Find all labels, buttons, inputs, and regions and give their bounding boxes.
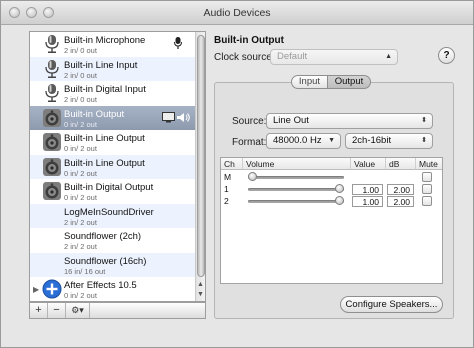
default-output-speaker-icon	[176, 112, 190, 125]
device-title: Built-in Output	[214, 35, 284, 46]
default-input-icon	[174, 37, 182, 52]
source-label: Source:	[232, 116, 267, 127]
sample-rate-value: 48000.0 Hz	[273, 135, 322, 146]
sample-rate-popup[interactable]: 48000.0 Hz ▼	[266, 133, 341, 149]
microphone-icon	[42, 34, 62, 54]
disclosure-triangle-icon[interactable]: ▶	[33, 285, 39, 294]
device-name: After Effects 10.5	[64, 280, 137, 291]
device-io-count: 2 in/ 0 out	[64, 70, 97, 80]
device-name: Built-in Line Output	[64, 133, 145, 144]
source-value: Line Out	[273, 115, 309, 126]
volume-value-field[interactable]: 1.00	[352, 184, 383, 195]
popup-arrows-icon: ▲	[385, 53, 392, 60]
volume-slider-track[interactable]	[248, 188, 344, 191]
device-row[interactable]: Built-in Digital Input 2 in/ 0 out	[30, 81, 195, 105]
configure-speakers-button[interactable]: Configure Speakers...	[340, 296, 443, 313]
speaker-icon	[42, 181, 62, 201]
bit-format-value: 2ch-16bit	[352, 135, 392, 146]
volume-slider-knob[interactable]	[248, 172, 257, 181]
add-device-button[interactable]: +	[30, 303, 48, 318]
device-name: Built-in Microphone	[64, 35, 146, 46]
source-popup[interactable]: Line Out ⬍	[266, 113, 433, 129]
device-io-count: 2 in/ 2 out	[64, 242, 97, 251]
device-row[interactable]: Soundflower (2ch) 2 in/ 2 out	[30, 228, 195, 252]
device-name: Built-in Digital Input	[64, 84, 146, 95]
help-button[interactable]: ?	[438, 47, 455, 64]
col-value-header: Value	[351, 158, 386, 170]
speaker-icon	[42, 132, 62, 152]
col-mute-header: Mute	[416, 158, 442, 170]
tab-output[interactable]: Output	[327, 75, 371, 89]
device-name: Built-in Line Output	[64, 157, 145, 169]
channel-label: 2	[224, 196, 229, 206]
device-name: Built-in Output	[64, 108, 125, 120]
mute-checkbox[interactable]	[422, 184, 432, 194]
device-io-count: 2 in/ 0 out	[64, 46, 97, 55]
remove-device-button[interactable]: −	[48, 303, 66, 318]
device-io-count: 0 in/ 2 out	[64, 291, 97, 300]
mute-checkbox[interactable]	[422, 196, 432, 206]
device-row[interactable]: Built-in Line Output 0 in/ 2 out	[30, 154, 195, 179]
chevron-down-icon: ▼	[328, 137, 335, 144]
device-row[interactable]: Soundflower (16ch) 16 in/ 16 out	[30, 252, 195, 277]
volume-slider-track[interactable]	[248, 200, 344, 203]
device-io-count: 2 in/ 2 out	[64, 217, 97, 227]
popup-arrows-icon: ⬍	[421, 137, 427, 144]
device-name: Built-in Line Input	[64, 59, 138, 71]
scrollbar-thumb[interactable]	[197, 35, 205, 277]
microphone-icon	[42, 59, 62, 79]
scroll-up-arrow[interactable]: ▲	[197, 281, 204, 288]
mute-checkbox[interactable]	[422, 172, 432, 182]
scroll-down-arrow[interactable]: ▼	[197, 291, 204, 298]
col-volume-header: Volume	[243, 158, 351, 170]
title-bar: Audio Devices	[1, 1, 473, 25]
channel-volume-table: Ch Volume Value dB Mute M 1 1.00 2.00 2 1.00 2…	[220, 157, 443, 284]
device-name: Soundflower (16ch)	[64, 255, 147, 267]
device-io-count: 0 in/ 2 out	[64, 193, 97, 202]
audio-devices-window: Audio Devices Built-in Microphone 2 in/ 0…	[0, 0, 474, 348]
device-row[interactable]: Built-in Line Output 0 in/ 2 out	[30, 130, 195, 154]
popup-arrows-icon: ⬍	[421, 117, 427, 124]
device-row[interactable]: ▶ After Effects 10.5 0 in/ 2 out	[30, 277, 195, 301]
channel-label: 1	[224, 184, 229, 194]
db-value-field[interactable]: 2.00	[387, 196, 414, 207]
device-io-count: 16 in/ 16 out	[64, 266, 106, 276]
format-label: Format:	[232, 137, 267, 148]
device-io-count: 0 in/ 2 out	[64, 144, 97, 153]
device-name: LogMeInSoundDriver	[64, 206, 154, 218]
tab-input[interactable]: Input	[291, 75, 328, 89]
clock-source-label: Clock source:	[214, 52, 275, 63]
device-row[interactable]: Built-in Digital Output 0 in/ 2 out	[30, 179, 195, 203]
col-ch-header: Ch	[221, 158, 243, 170]
col-db-header: dB	[386, 158, 416, 170]
volume-value-field[interactable]: 1.00	[352, 196, 383, 207]
volume-slider-knob[interactable]	[335, 184, 344, 193]
device-name: Soundflower (2ch)	[64, 231, 142, 242]
speaker-icon	[42, 108, 62, 128]
device-row[interactable]: Built-in Output 0 in/ 2 out	[30, 105, 195, 130]
device-name: Built-in Digital Output	[64, 182, 154, 193]
volume-slider-track[interactable]	[248, 176, 344, 179]
clock-source-popup: Default ▲	[270, 49, 398, 65]
microphone-icon	[42, 83, 62, 103]
device-row[interactable]: Built-in Line Input 2 in/ 0 out	[30, 56, 195, 81]
volume-slider-knob[interactable]	[335, 196, 344, 205]
device-list[interactable]: Built-in Microphone 2 in/ 0 out Built-in L…	[29, 31, 206, 302]
db-value-field[interactable]: 2.00	[387, 184, 414, 195]
window-title: Audio Devices	[203, 7, 271, 19]
device-row[interactable]: Built-in Microphone 2 in/ 0 out	[30, 32, 195, 56]
device-list-toolbar: + − ⚙▾	[29, 302, 206, 319]
device-io-count: 0 in/ 2 out	[64, 119, 97, 129]
speaker-icon	[42, 157, 62, 177]
bit-format-popup[interactable]: 2ch-16bit ⬍	[345, 133, 433, 149]
device-list-scrollbar[interactable]: ▲ ▼	[195, 32, 205, 301]
device-io-count: 0 in/ 2 out	[64, 168, 97, 178]
clock-source-value: Default	[277, 51, 308, 62]
gear-menu-button[interactable]: ⚙▾	[66, 303, 90, 318]
device-row[interactable]: LogMeInSoundDriver 2 in/ 2 out	[30, 203, 195, 228]
aggregate-icon	[42, 279, 62, 299]
channel-label: M	[224, 172, 232, 182]
screen-output-icon	[162, 111, 175, 125]
device-io-count: 2 in/ 0 out	[64, 95, 97, 104]
